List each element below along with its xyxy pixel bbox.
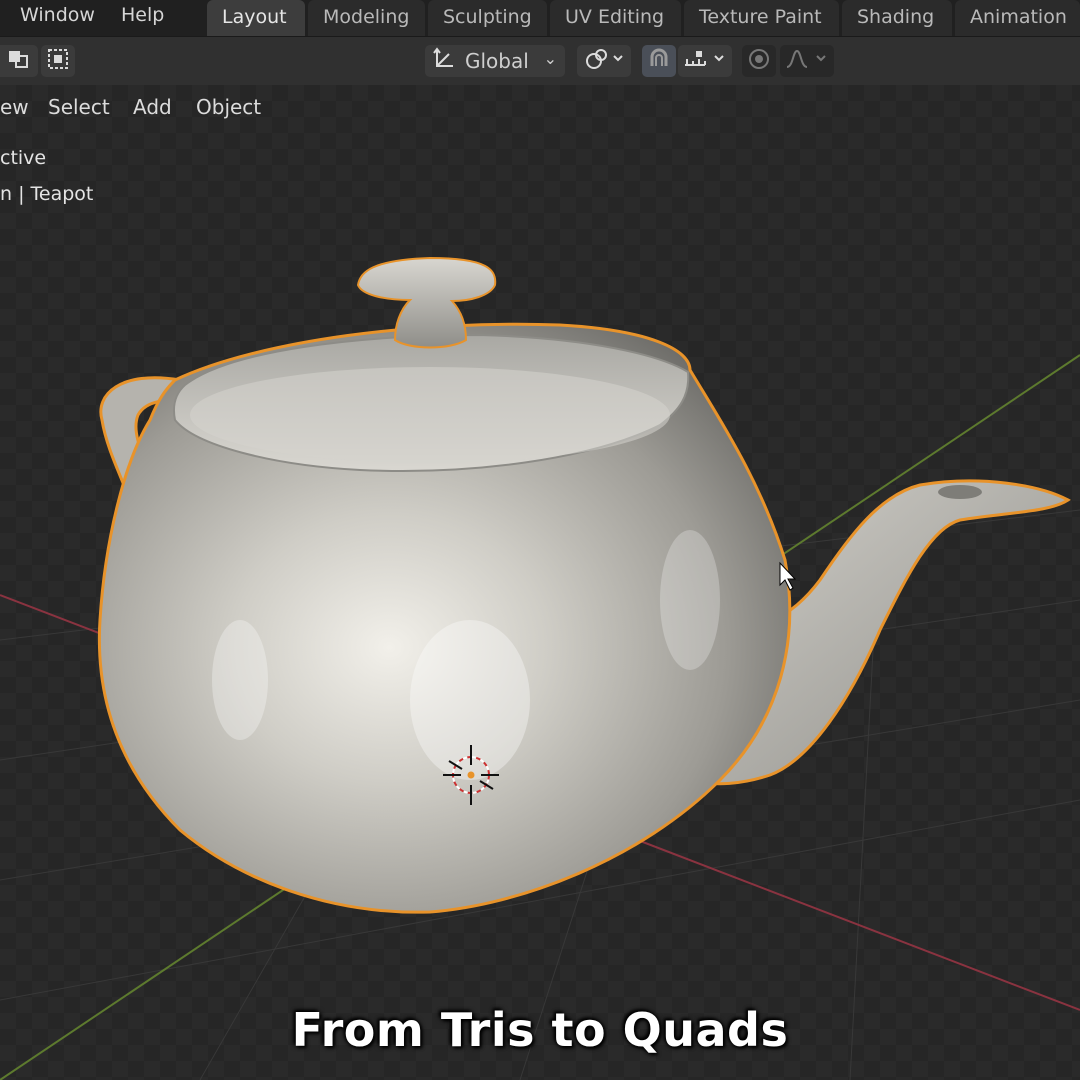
menu-add[interactable]: Add <box>133 95 172 119</box>
pivot-point-dropdown[interactable] <box>577 45 631 77</box>
tab-texture-paint[interactable]: Texture Paint <box>684 0 839 36</box>
chevron-down-icon: ⌄ <box>543 49 557 68</box>
select-lasso-icon <box>46 47 70 75</box>
teapot-object[interactable] <box>97 256 1071 914</box>
transform-orientation-dropdown[interactable]: Global ⌄ <box>425 45 565 77</box>
scene-canvas[interactable] <box>0 85 1080 1080</box>
snap-increment-icon <box>681 47 729 75</box>
menu-view[interactable]: ew <box>0 95 29 119</box>
viewport-header: Global ⌄ <box>0 36 1080 85</box>
tab-sculpting[interactable]: Sculpting <box>428 0 547 36</box>
3d-viewport[interactable]: ew Select Add Object ctive n | Teapot <box>0 85 1080 1080</box>
blender-window: Window Help Layout Modeling Sculpting UV… <box>0 0 1080 1080</box>
menu-window[interactable]: Window <box>20 4 95 26</box>
proportional-editing-toggle[interactable] <box>742 45 776 77</box>
snap-target-dropdown[interactable] <box>678 45 732 77</box>
select-box-icon <box>6 48 32 74</box>
proportional-editing-icon <box>746 46 772 76</box>
video-caption: From Tris to Quads <box>291 1003 789 1057</box>
menu-help[interactable]: Help <box>121 4 164 26</box>
proportional-falloff-dropdown[interactable] <box>780 45 834 77</box>
viewport-info-mode: ctive <box>0 147 47 169</box>
orientation-icon <box>431 46 457 77</box>
snap-icon <box>646 46 672 76</box>
menu-object[interactable]: Object <box>196 95 261 119</box>
pivot-icon <box>582 47 626 75</box>
viewport-info-object: n | Teapot <box>0 183 94 205</box>
falloff-icon <box>783 47 831 75</box>
tab-layout[interactable]: Layout <box>207 0 305 36</box>
tab-modeling[interactable]: Modeling <box>308 0 425 36</box>
select-mode-button[interactable] <box>0 45 38 77</box>
top-menu-bar: Window Help Layout Modeling Sculpting UV… <box>0 0 1080 36</box>
menu-select[interactable]: Select <box>48 95 110 119</box>
orientation-label: Global <box>465 49 529 73</box>
tab-animation[interactable]: Animation <box>955 0 1080 36</box>
tab-shading[interactable]: Shading <box>842 0 952 36</box>
tab-uv-editing[interactable]: UV Editing <box>550 0 681 36</box>
select-intersect-button[interactable] <box>41 45 75 77</box>
snap-toggle[interactable] <box>642 45 676 77</box>
